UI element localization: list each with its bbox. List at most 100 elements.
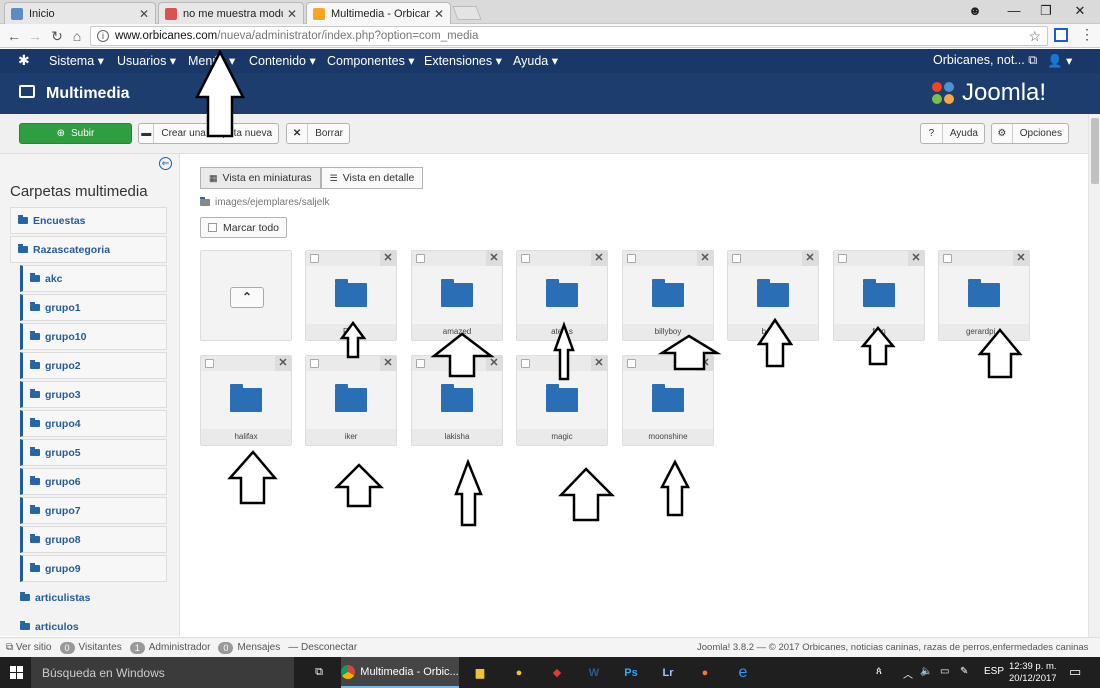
delete-x-icon[interactable]: ✕: [380, 251, 396, 266]
logout-link[interactable]: — Desconectar: [288, 642, 357, 653]
close-window-button[interactable]: ✕: [1062, 0, 1098, 24]
delete-button[interactable]: ✕ Borrar: [286, 123, 350, 144]
folder-name[interactable]: halifax: [201, 429, 291, 445]
tab-close-icon[interactable]: ✕: [139, 7, 149, 21]
delete-x-icon[interactable]: ✕: [908, 251, 924, 266]
folder-icon[interactable]: [546, 384, 578, 412]
extension-icon[interactable]: [1054, 28, 1068, 42]
folder-tile[interactable]: ✕ iker: [305, 355, 397, 446]
view-site-link[interactable]: ⧉ Ver sitio: [6, 642, 52, 653]
volume-icon[interactable]: 🔈: [920, 666, 932, 677]
tab-close-icon[interactable]: ✕: [434, 7, 444, 21]
new-folder-button[interactable]: ▬ Crear una carpeta nueva: [138, 123, 279, 144]
sidebar-folder-encuestas[interactable]: Encuestas: [10, 207, 167, 234]
delete-x-icon[interactable]: ✕: [591, 251, 607, 266]
tile-checkbox[interactable]: [310, 254, 319, 263]
windows-start-icon[interactable]: [10, 666, 24, 680]
delete-x-icon[interactable]: ✕: [486, 356, 502, 371]
tile-checkbox[interactable]: [205, 359, 214, 368]
folder-tile[interactable]: ✕ bo...er: [727, 250, 819, 341]
folder-icon[interactable]: [546, 279, 578, 307]
menu-extensiones[interactable]: Extensiones ▾: [424, 53, 502, 68]
word-icon[interactable]: W: [580, 657, 608, 688]
folder-tile[interactable]: ✕ ate...s: [516, 250, 608, 341]
folder-icon[interactable]: [652, 384, 684, 412]
folder-name[interactable]: billyboy: [623, 324, 713, 340]
mark-all-button[interactable]: Marcar todo: [200, 217, 288, 238]
folder-up-tile[interactable]: ⌃: [200, 250, 292, 341]
lightroom-icon[interactable]: Lr: [654, 657, 682, 688]
folder-name[interactable]: iker: [306, 429, 396, 445]
delete-x-icon[interactable]: ✕: [275, 356, 291, 371]
folder-tile[interactable]: ✕ lakisha: [411, 355, 503, 446]
folder-icon[interactable]: [757, 279, 789, 307]
page-scrollbar[interactable]: [1088, 114, 1100, 644]
folder-name[interactable]: moonshine: [623, 429, 713, 445]
profile-icon[interactable]: ☻: [957, 0, 993, 24]
app-icon[interactable]: ●: [505, 657, 533, 688]
folder-name[interactable]: Fo...: [306, 324, 396, 340]
sidebar-folder-grupo10[interactable]: grupo10: [20, 323, 167, 350]
folder-tile[interactable]: ✕ billyboy: [622, 250, 714, 341]
forward-arrow-icon[interactable]: →: [26, 27, 44, 45]
chevron-up-icon[interactable]: ⌃: [230, 287, 264, 308]
delete-x-icon[interactable]: ✕: [1013, 251, 1029, 266]
taskbar-chrome-app[interactable]: Multimedia - Orbic...: [341, 657, 459, 688]
delete-x-icon[interactable]: ✕: [380, 356, 396, 371]
folder-icon[interactable]: [863, 279, 895, 307]
sidebar-folder-akc[interactable]: akc: [20, 265, 167, 292]
pen-icon[interactable]: ✎: [960, 666, 968, 677]
tile-checkbox[interactable]: [521, 359, 530, 368]
browser-tab-multimedia[interactable]: Multimedia - Orbicanes ✕: [306, 2, 451, 25]
folder-name[interactable]: gerardpi...: [939, 324, 1029, 340]
site-link[interactable]: Orbicanes, not... ⧉: [933, 53, 1037, 68]
sidebar-folder-grupo7[interactable]: grupo7: [20, 497, 167, 524]
thumbnail-view-button[interactable]: ▦ Vista en miniaturas: [200, 167, 321, 189]
edge-icon[interactable]: e: [729, 657, 757, 688]
folder-tile[interactable]: ✕ Fo...: [305, 250, 397, 341]
folder-tile[interactable]: ✕ amazed: [411, 250, 503, 341]
help-button[interactable]: ? Ayuda: [920, 123, 985, 144]
bookmark-star-icon[interactable]: ☆: [1028, 28, 1041, 45]
menu-contenido[interactable]: Contenido ▾: [249, 53, 316, 68]
menu-ayuda[interactable]: Ayuda ▾: [513, 53, 558, 68]
sidebar-folder-grupo9[interactable]: grupo9: [20, 555, 167, 582]
maximize-button[interactable]: ❐: [1028, 0, 1064, 24]
collapse-sidebar-icon[interactable]: ⇐: [159, 157, 172, 170]
options-button[interactable]: ⚙ Opciones: [991, 123, 1069, 144]
folder-icon[interactable]: [335, 279, 367, 307]
tile-checkbox[interactable]: [943, 254, 952, 263]
back-arrow-icon[interactable]: ←: [5, 27, 23, 45]
sidebar-folder-grupo2[interactable]: grupo2: [20, 352, 167, 379]
file-explorer-icon[interactable]: ▆: [466, 657, 494, 688]
menu-sistema[interactable]: Sistema ▾: [49, 53, 104, 68]
sidebar-folder-grupo3[interactable]: grupo3: [20, 381, 167, 408]
browser-tab-modulos[interactable]: no me muestra modulos ✕: [158, 2, 304, 24]
sidebar-folder-grupo4[interactable]: grupo4: [20, 410, 167, 437]
folder-name[interactable]: ate...s: [517, 324, 607, 340]
taskbar-search-input[interactable]: Búsqueda en Windows: [31, 657, 294, 688]
delete-x-icon[interactable]: ✕: [697, 251, 713, 266]
tile-checkbox[interactable]: [627, 254, 636, 263]
delete-x-icon[interactable]: ✕: [486, 251, 502, 266]
visitors-link[interactable]: 0 Visitantes: [59, 641, 122, 654]
menu-usuarios[interactable]: Usuarios ▾: [117, 53, 176, 68]
sidebar-folder-grupo8[interactable]: grupo8: [20, 526, 167, 553]
user-menu[interactable]: 👤 ▾: [1047, 53, 1072, 69]
tile-checkbox[interactable]: [838, 254, 847, 263]
photoshop-icon[interactable]: Ps: [617, 657, 645, 688]
browser-tab-inicio[interactable]: Inicio ✕: [4, 2, 156, 24]
browser-menu-icon[interactable]: ⋮: [1080, 26, 1094, 43]
tab-close-icon[interactable]: ✕: [287, 7, 297, 21]
sidebar-folder-grupo1[interactable]: grupo1: [20, 294, 167, 321]
folder-name[interactable]: f...n: [834, 324, 924, 340]
language-indicator[interactable]: ESP: [984, 666, 1004, 677]
notifications-icon[interactable]: ▭: [1069, 664, 1081, 680]
minimize-button[interactable]: —: [996, 0, 1032, 24]
app-icon[interactable]: ◆: [543, 657, 571, 688]
folder-name[interactable]: magic: [517, 429, 607, 445]
folder-icon[interactable]: [441, 384, 473, 412]
menu-menus[interactable]: Menús ▾: [188, 53, 235, 68]
sidebar-folder-articulistas[interactable]: articulistas: [10, 584, 167, 611]
reload-icon[interactable]: ↻: [48, 27, 66, 45]
